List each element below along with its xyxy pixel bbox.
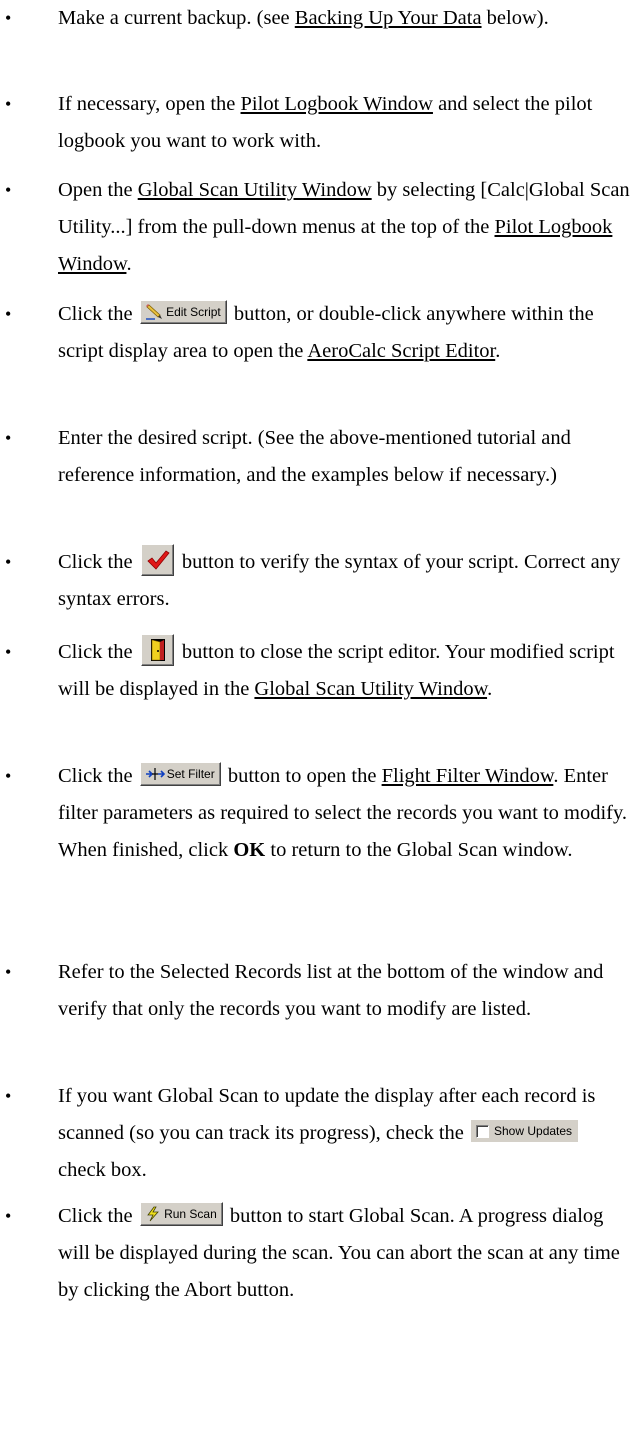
edit-script-button[interactable]: Edit Script bbox=[139, 300, 227, 325]
text-run: check box. bbox=[58, 1159, 147, 1181]
run-scan-label: Run Scan bbox=[164, 1207, 217, 1222]
exit-door-icon bbox=[150, 639, 165, 662]
close-editor-button[interactable] bbox=[140, 634, 174, 667]
step-text: If necessary, open the Pilot Logbook Win… bbox=[58, 86, 632, 160]
step-text: Enter the desired script. (See the above… bbox=[58, 427, 571, 486]
verify-syntax-button[interactable] bbox=[140, 544, 174, 577]
text-run: Click the bbox=[58, 303, 138, 325]
step-text: Click the Edit Script button, or double-… bbox=[58, 296, 632, 370]
text-run: Click the bbox=[58, 765, 138, 787]
link-backing-up[interactable]: Backing Up Your Data bbox=[295, 7, 482, 29]
bullet: • bbox=[5, 304, 12, 324]
bullet: • bbox=[5, 766, 12, 786]
text-run: Click the bbox=[58, 1205, 138, 1227]
edit-script-label: Edit Script bbox=[166, 305, 221, 320]
step-text: Make a current backup. (see Backing Up Y… bbox=[58, 0, 632, 37]
link-pilot-logbook-window[interactable]: Pilot Logbook Window bbox=[241, 93, 433, 115]
step-text: If you want Global Scan to update the di… bbox=[58, 1078, 632, 1189]
text-run: If necessary, open the bbox=[58, 93, 241, 115]
bullet: • bbox=[5, 552, 12, 572]
text-run: . bbox=[126, 253, 132, 275]
step-text: Click the button to verify the syntax of… bbox=[58, 544, 632, 618]
bullet: • bbox=[5, 642, 12, 662]
text-run: . bbox=[495, 340, 501, 362]
bullet: • bbox=[5, 428, 12, 448]
filter-arrows-icon bbox=[145, 768, 165, 781]
set-filter-label: Set Filter bbox=[166, 767, 215, 782]
text-run: below). bbox=[481, 7, 549, 29]
run-scan-button[interactable]: Run Scan bbox=[139, 1202, 223, 1227]
link-global-scan-utility-window[interactable]: Global Scan Utility Window bbox=[138, 179, 372, 201]
bullet: • bbox=[5, 1086, 12, 1106]
link-flight-filter-window[interactable]: Flight Filter Window bbox=[382, 765, 554, 787]
step-text: Click the button to close the script edi… bbox=[58, 634, 632, 708]
pencil-icon bbox=[145, 304, 162, 320]
bullet: • bbox=[5, 94, 12, 114]
bullet: • bbox=[5, 962, 12, 982]
step-text: Click the Set Filter button to open the … bbox=[58, 758, 632, 869]
text-run: . bbox=[487, 678, 493, 700]
checkbox-box bbox=[476, 1124, 489, 1138]
lightning-icon bbox=[146, 1206, 159, 1222]
bullet: • bbox=[5, 180, 12, 200]
show-updates-checkbox[interactable]: Show Updates bbox=[471, 1120, 579, 1143]
bullet: • bbox=[5, 8, 12, 28]
step-text: Refer to the Selected Records list at th… bbox=[58, 961, 604, 1020]
text-run: Click the bbox=[58, 551, 138, 573]
text-run: to return to the Global Scan window. bbox=[265, 839, 573, 861]
show-updates-label: Show Updates bbox=[494, 1124, 573, 1139]
link-aerocalc-script-editor[interactable]: AeroCalc Script Editor bbox=[307, 340, 495, 362]
bullet: • bbox=[5, 1206, 12, 1226]
checkmark-icon bbox=[147, 550, 170, 570]
ok-text: OK bbox=[233, 839, 266, 861]
text-run: Open the bbox=[58, 179, 138, 201]
text-run: Click the bbox=[58, 641, 138, 663]
text-run: Make a current backup. (see bbox=[58, 7, 295, 29]
step-text: Click the Run Scan button to start Globa… bbox=[58, 1198, 632, 1309]
set-filter-button[interactable]: Set Filter bbox=[139, 762, 221, 787]
step-text: Open the Global Scan Utility Window by s… bbox=[58, 172, 632, 283]
link-global-scan-utility-window[interactable]: Global Scan Utility Window bbox=[254, 678, 487, 700]
text-run: button to open the bbox=[222, 765, 382, 787]
